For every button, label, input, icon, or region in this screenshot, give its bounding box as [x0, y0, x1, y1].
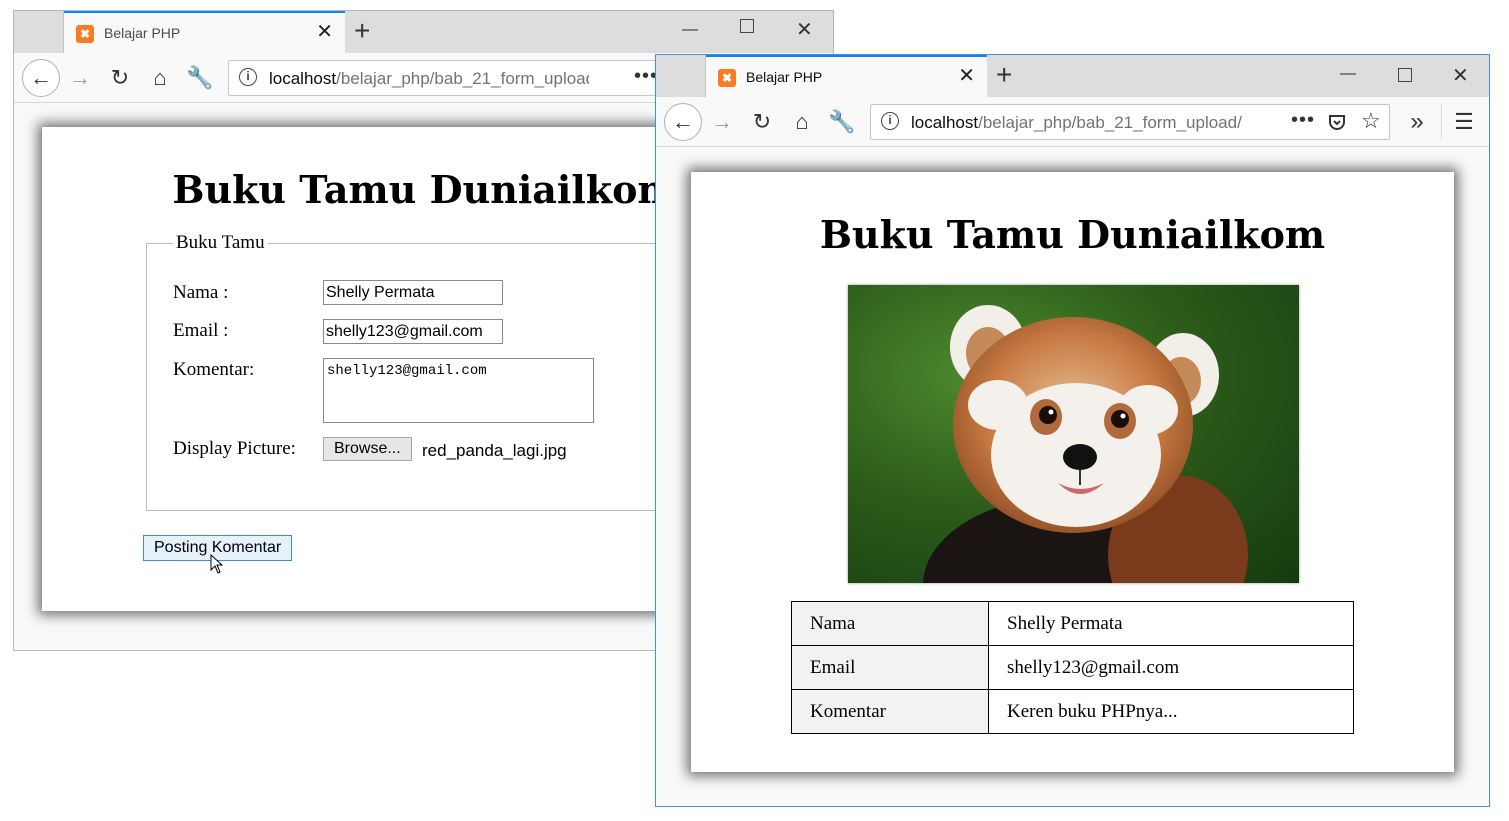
url-text: localhost/belajar_php/bab_21_form_upload: [269, 69, 589, 89]
red-panda-photo: [848, 285, 1299, 583]
browser-window-result: ✖ Belajar PHP ✕ + — ✕ ← → ↻ ⌂ 🔧 i localh…: [655, 54, 1490, 807]
table-key-komentar: Komentar: [791, 689, 989, 734]
close-tab-icon[interactable]: ✕: [958, 66, 975, 86]
url-text: localhost/belajar_php/bab_21_form_upload…: [911, 113, 1246, 133]
tab-title: Belajar PHP: [746, 69, 823, 85]
tab-spacer: [14, 11, 64, 53]
table-row: Email shelly123@gmail.com: [791, 645, 1354, 690]
close-window-icon[interactable]: ✕: [796, 17, 813, 42]
home-icon[interactable]: ⌂: [144, 62, 176, 94]
minimize-icon[interactable]: —: [1340, 65, 1356, 83]
navigation-bar: ← → ↻ ⌂ 🔧 i localhost/belajar_php/bab_21…: [656, 97, 1489, 147]
close-window-icon[interactable]: ✕: [1452, 63, 1469, 88]
info-icon[interactable]: i: [239, 68, 257, 86]
forward-arrow-icon[interactable]: →: [706, 106, 738, 138]
komentar-textarea[interactable]: shelly123@gmail.com: [323, 358, 594, 423]
table-value-komentar: Keren buku PHPnya...: [988, 689, 1354, 734]
back-arrow-icon[interactable]: ←: [664, 103, 702, 141]
toolbar-divider: [1441, 103, 1442, 139]
forward-arrow-icon[interactable]: →: [64, 62, 96, 94]
tab-bar: ✖ Belajar PHP ✕ + — ✕: [656, 55, 1489, 97]
browse-button[interactable]: Browse...: [323, 437, 412, 461]
page-content: Buku Tamu Duniailkom Nama Shelly Permata…: [656, 148, 1489, 806]
new-tab-icon[interactable]: +: [996, 61, 1012, 89]
fieldset-legend: Buku Tamu: [173, 232, 268, 254]
wrench-icon[interactable]: 🔧: [826, 106, 858, 138]
tab-title: Belajar PHP: [104, 25, 181, 41]
table-value-nama: Shelly Permata: [988, 601, 1354, 646]
maximize-icon[interactable]: [1398, 68, 1412, 82]
close-tab-icon[interactable]: ✕: [316, 22, 333, 42]
tab-belajar-php[interactable]: ✖ Belajar PHP ✕: [64, 11, 345, 53]
xampp-icon: ✖: [718, 69, 736, 87]
table-key-email: Email: [791, 645, 989, 690]
red-panda-image-drawing: [923, 305, 1248, 583]
url-path: /belajar_php/bab_21_form_upload: [336, 69, 589, 88]
table-key-nama: Nama: [791, 601, 989, 646]
url-path: /belajar_php/bab_21_form_upload/: [978, 113, 1242, 132]
url-host: localhost: [269, 69, 337, 88]
tab-bar: ✖ Belajar PHP ✕ + — ✕: [14, 11, 833, 53]
mouse-cursor-icon: [210, 554, 224, 574]
table-row: Nama Shelly Permata: [791, 601, 1354, 646]
reload-icon[interactable]: ↻: [104, 62, 136, 94]
guestbook-fieldset: Buku Tamu Nama : Email : Komentar: shell…: [146, 232, 706, 511]
wrench-icon[interactable]: 🔧: [184, 62, 216, 94]
url-host: localhost: [911, 113, 979, 132]
selected-file-name: red_panda_lagi.jpg: [422, 441, 567, 460]
xampp-icon: ✖: [76, 25, 94, 43]
guestbook-result-card: Buku Tamu Duniailkom Nama Shelly Permata…: [691, 172, 1454, 772]
picture-label: Display Picture:: [173, 438, 296, 459]
overflow-chevron-icon[interactable]: »: [1401, 106, 1433, 138]
table-value-email: shelly123@gmail.com: [988, 645, 1354, 690]
new-tab-icon[interactable]: +: [354, 17, 370, 45]
tab-belajar-php[interactable]: ✖ Belajar PHP ✕: [706, 55, 987, 97]
nama-input[interactable]: [323, 280, 503, 305]
minimize-icon[interactable]: —: [682, 21, 698, 39]
hamburger-menu-icon[interactable]: ☰: [1448, 106, 1480, 138]
pocket-icon[interactable]: [1327, 112, 1347, 132]
home-icon[interactable]: ⌂: [786, 106, 818, 138]
reload-icon[interactable]: ↻: [746, 106, 778, 138]
maximize-icon[interactable]: [740, 19, 754, 33]
komentar-label: Komentar:: [173, 359, 255, 380]
email-label: Email :: [173, 320, 229, 341]
url-bar[interactable]: i localhost/belajar_php/bab_21_form_uplo…: [870, 104, 1390, 140]
tab-spacer: [656, 55, 706, 97]
info-icon[interactable]: i: [881, 112, 899, 130]
nama-label: Nama :: [173, 282, 229, 303]
bookmark-star-icon[interactable]: ☆: [1361, 108, 1381, 134]
page-title: Buku Tamu Duniailkom: [819, 212, 1326, 257]
table-row: Komentar Keren buku PHPnya...: [791, 689, 1354, 734]
back-arrow-icon[interactable]: ←: [22, 59, 60, 97]
email-input[interactable]: [323, 319, 503, 344]
page-actions-icon[interactable]: •••: [1291, 109, 1315, 132]
guestbook-info-table: Nama Shelly Permata Email shelly123@gmai…: [791, 601, 1354, 734]
